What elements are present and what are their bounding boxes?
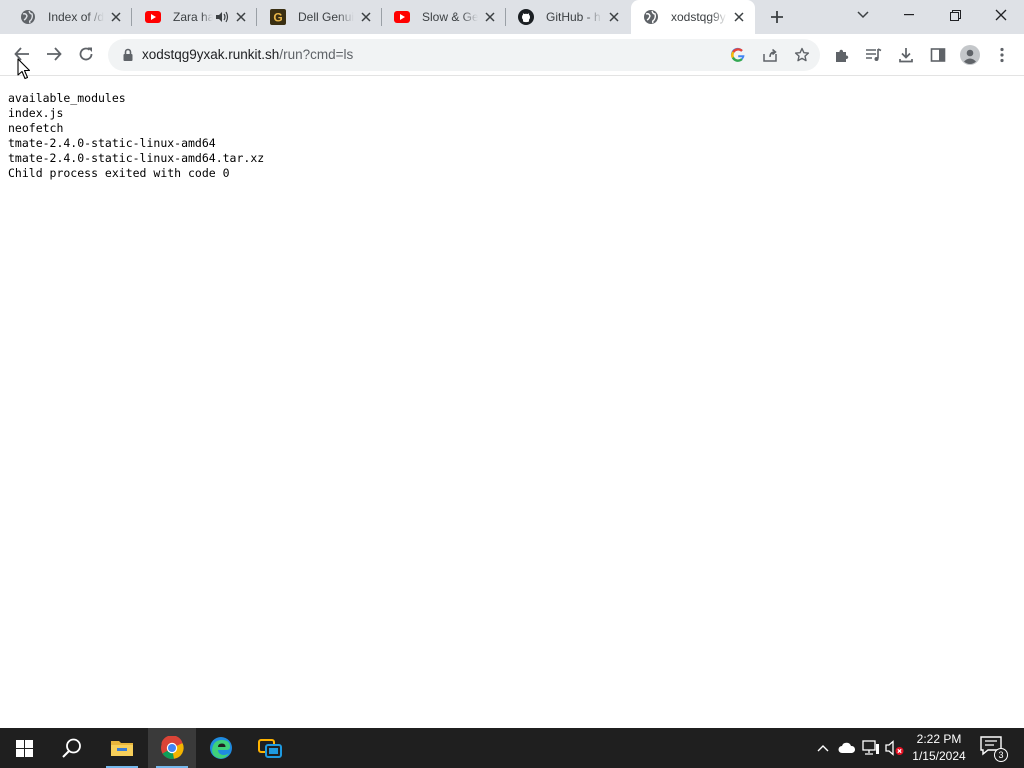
tab-github[interactable]: GitHub - h [506,0,630,34]
restore-button[interactable] [932,0,978,30]
reload-icon [79,47,93,61]
tab-dell[interactable]: G Dell Genui [258,0,382,34]
new-tab-button[interactable] [765,5,789,29]
tab-title: xodstqg9y [671,10,726,24]
start-button[interactable] [0,728,48,768]
url-host: xodstqg9yxak.runkit.sh [142,47,280,62]
tab-title: Slow & Ge [422,10,478,24]
github-icon [518,9,534,25]
monitor-app-icon [258,739,282,758]
close-window-button[interactable] [978,0,1024,30]
output-line: index.js [8,106,64,120]
chevron-down-icon [857,11,869,19]
file-explorer-button[interactable] [98,728,146,768]
share-icon[interactable] [760,45,780,65]
speaker-icon[interactable] [215,10,229,24]
speaker-muted-icon[interactable] [885,738,905,758]
windows-logo-icon [15,739,33,757]
chrome-taskbar-button[interactable] [148,728,196,768]
close-icon[interactable] [108,9,124,25]
close-icon [995,9,1007,21]
tab-separator [131,8,132,26]
windows-taskbar: 2:22 PM 1/15/2024 3 [0,728,1024,768]
url-text[interactable]: xodstqg9yxak.runkit.sh/run?cmd=ls [142,47,353,62]
tab-title: Dell Genui [298,10,354,24]
tab-strip: Index of /d Zara ha G Dell Genui Slow & … [0,0,1024,34]
clock-time: 2:22 PM [916,732,962,746]
search-button[interactable] [48,728,96,768]
lock-icon[interactable] [120,47,136,63]
side-panel-icon[interactable] [926,43,950,67]
globe-icon [643,9,659,25]
edge-taskbar-button[interactable] [197,728,245,768]
plus-icon [771,11,783,23]
reload-button[interactable] [71,39,101,69]
download-icon[interactable] [894,43,918,67]
chevron-up-icon[interactable] [813,738,833,758]
tab-separator [256,8,257,26]
close-icon[interactable] [606,9,622,25]
grammarly-g-icon: G [270,9,286,25]
system-clock[interactable]: 2:22 PM 1/15/2024 [906,731,972,765]
close-icon[interactable] [358,9,374,25]
notification-center-button[interactable]: 3 [980,736,1008,762]
more-menu-icon[interactable] [990,43,1014,67]
url-path: /run?cmd=ls [279,47,354,62]
chrome-icon [161,736,184,759]
search-icon [62,738,81,758]
tab-slow-ge[interactable]: Slow & Ge [382,0,506,34]
tab-title: GitHub - h [546,10,601,24]
youtube-icon [145,9,161,25]
bookmark-star-icon[interactable] [792,45,812,65]
close-icon[interactable] [233,9,249,25]
command-output: available_modules index.js neofetch tmat… [8,91,264,181]
tab-zara[interactable]: Zara ha [133,0,257,34]
remote-app-taskbar-button[interactable] [246,728,294,768]
output-line: neofetch [8,121,64,135]
mouse-pointer-icon [17,58,31,80]
profile-avatar-icon[interactable] [958,43,982,67]
svg-text:G: G [273,11,282,25]
close-icon[interactable] [482,9,498,25]
edge-icon [210,737,232,759]
tab-index-of[interactable]: Index of /d [8,0,132,34]
notification-count-badge: 3 [994,748,1008,762]
arrow-right-icon [47,47,62,61]
output-line: tmate-2.4.0-static-linux-amd64 [8,136,216,150]
tab-title: Zara ha [173,10,213,24]
close-icon[interactable] [731,9,747,25]
restore-icon [949,9,961,21]
address-bar[interactable]: xodstqg9yxak.runkit.sh/run?cmd=ls [108,39,820,71]
network-icon[interactable] [861,738,881,758]
minimize-icon [904,14,914,16]
browser-toolbar: xodstqg9yxak.runkit.sh/run?cmd=ls [0,34,1024,76]
extensions-puzzle-icon[interactable] [830,43,854,67]
forward-button[interactable] [39,39,69,69]
globe-icon [20,9,36,25]
media-playlist-icon[interactable] [862,43,886,67]
tab-search-button[interactable] [840,0,886,30]
output-line: Child process exited with code 0 [8,166,230,180]
tab-runkit-active[interactable]: xodstqg9y [631,0,755,34]
clock-date: 1/15/2024 [912,749,966,763]
youtube-icon [394,9,410,25]
page-content: available_modules index.js neofetch tmat… [0,77,1024,728]
google-lens-icon[interactable] [728,45,748,65]
output-line: available_modules [8,91,126,105]
folder-icon [111,741,133,756]
onedrive-cloud-icon[interactable] [837,738,857,758]
output-line: tmate-2.4.0-static-linux-amd64.tar.xz [8,151,265,165]
tab-title: Index of /d [48,10,104,24]
minimize-button[interactable] [886,0,932,30]
